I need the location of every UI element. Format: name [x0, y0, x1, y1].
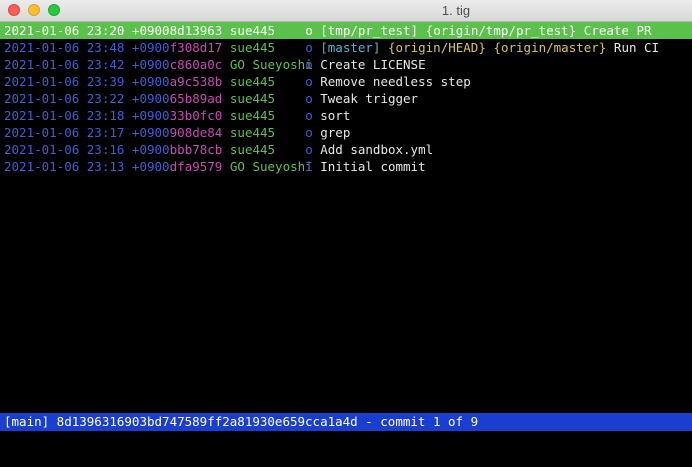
ref-label: {origin/tmp/pr_test} [425, 23, 577, 38]
commit-row[interactable]: 2021-01-06 23:39 +0900 a9c538b sue445 o Remo… [0, 73, 692, 90]
commit-row[interactable]: 2021-01-06 23:13 +0900 dfa9579 GO Sueyoshi… [0, 158, 692, 175]
commit-message: Run CI [613, 40, 660, 55]
commit-hash: dfa9579 [169, 159, 223, 174]
commit-hash: 33b0fc0 [169, 108, 223, 123]
commit-message: Remove needless step [320, 74, 471, 89]
ref-label: {origin/master} [493, 40, 607, 55]
commit-date: 2021-01-06 23:48 +0900 [4, 40, 170, 55]
commit-message: Create LICENSE [320, 57, 426, 72]
commit-hash: 65b89ad [169, 91, 223, 106]
ref-label: [master] [320, 40, 381, 55]
window-title: 1. tig [441, 3, 471, 18]
commit-row[interactable]: 2021-01-06 23:16 +0900 bbb78cb sue445 o Add … [0, 141, 692, 158]
commit-author: sue445 [229, 74, 276, 89]
ref-label: {origin/HEAD} [388, 40, 486, 55]
commit-hash: bbb78cb [169, 142, 223, 157]
commit-hash: c860a0c [169, 57, 223, 72]
ref-label: [tmp/pr_test] [320, 23, 419, 38]
commit-author: GO Sueyoshi [229, 57, 313, 72]
commit-author: sue445 [229, 125, 276, 140]
commit-message: Tweak trigger [320, 91, 419, 106]
commit-author: GO Sueyoshi [229, 159, 313, 174]
commit-date: 2021-01-06 23:20 +0900 [4, 23, 170, 38]
commit-graph-node: o [305, 23, 313, 38]
commit-graph-node: o [305, 91, 313, 106]
commit-hash: 908de84 [169, 125, 223, 140]
commit-row[interactable]: 2021-01-06 23:42 +0900 c860a0c GO Sueyoshi… [0, 56, 692, 73]
commit-author: sue445 [229, 23, 276, 38]
commit-message: sort [320, 108, 351, 123]
status-bar: [main] 8d1396316903bd747589ff2a81930e659… [0, 413, 692, 431]
commit-date: 2021-01-06 23:22 +0900 [4, 91, 170, 106]
tig-main-view[interactable]: 2021-01-06 23:20 +0900 8d13963 sue445 o [tmp… [0, 22, 692, 449]
commit-hash: a9c538b [169, 74, 223, 89]
commit-graph-node: o [305, 142, 313, 157]
commit-row[interactable]: 2021-01-06 23:22 +0900 65b89ad sue445 o Twea… [0, 90, 692, 107]
commit-row[interactable]: 2021-01-06 23:17 +0900 908de84 sue445 o grep [0, 124, 692, 141]
commit-row[interactable]: 2021-01-06 23:20 +0900 8d13963 sue445 o [tmp… [0, 22, 692, 39]
commit-date: 2021-01-06 23:16 +0900 [4, 142, 170, 157]
status-bar-text: [main] 8d1396316903bd747589ff2a81930e659… [4, 414, 479, 429]
commit-author: sue445 [229, 142, 276, 157]
commit-graph-node: o [305, 40, 313, 55]
commit-graph-node: I [305, 159, 313, 174]
commit-message: Add sandbox.yml [320, 142, 434, 157]
commit-date: 2021-01-06 23:18 +0900 [4, 108, 170, 123]
commit-graph-node: o [305, 125, 313, 140]
commit-date: 2021-01-06 23:17 +0900 [4, 125, 170, 140]
commit-author: sue445 [229, 108, 276, 123]
commit-graph-node: o [305, 74, 313, 89]
commit-row[interactable]: 2021-01-06 23:18 +0900 33b0fc0 sue445 o sort [0, 107, 692, 124]
commit-hash: 8d13963 [169, 23, 223, 38]
commit-hash: f308d17 [169, 40, 223, 55]
commit-message: grep [320, 125, 351, 140]
commit-row[interactable]: 2021-01-06 23:48 +0900 f308d17 sue445 o [mas… [0, 39, 692, 56]
commit-graph-node: o [305, 57, 313, 72]
commit-author: sue445 [229, 40, 276, 55]
commit-date: 2021-01-06 23:42 +0900 [4, 57, 170, 72]
terminal-window: 1. tig 2021-01-06 23:20 +0900 8d13963 sue4… [0, 0, 692, 449]
commit-date: 2021-01-06 23:39 +0900 [4, 74, 170, 89]
commit-message: Create PR [583, 23, 652, 38]
commit-date: 2021-01-06 23:13 +0900 [4, 159, 170, 174]
commit-message: Initial commit [320, 159, 426, 174]
commit-graph-node: o [305, 108, 313, 123]
title-bar[interactable]: 1. tig [0, 0, 692, 22]
commit-author: sue445 [229, 91, 276, 106]
